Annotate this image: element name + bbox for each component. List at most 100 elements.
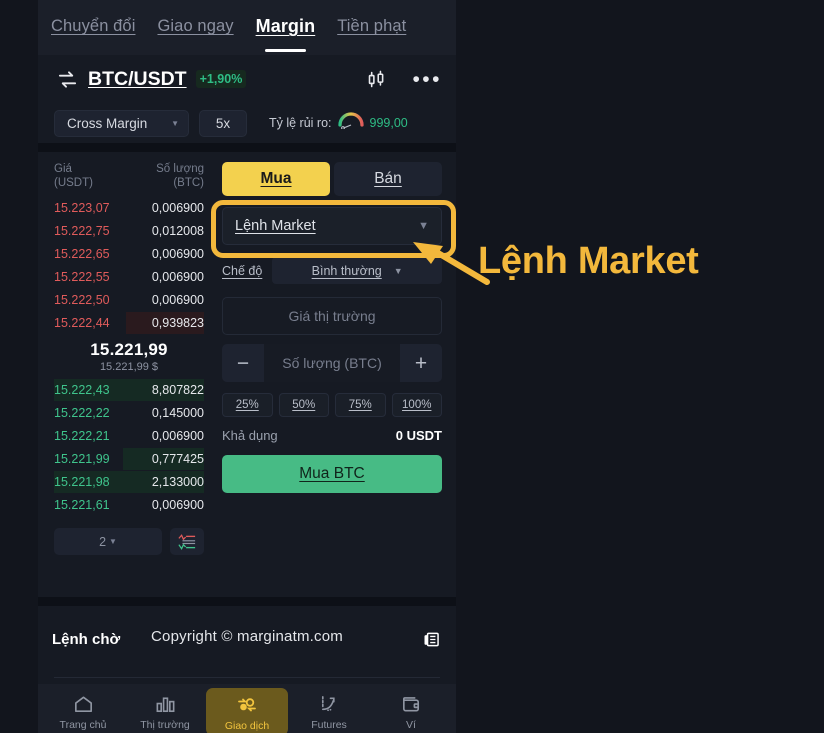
candlestick-icon[interactable] (366, 69, 387, 90)
available-value: 0 USDT (395, 428, 442, 443)
percent-button[interactable]: 50% (278, 393, 329, 417)
ob-col-price: Giá (54, 163, 72, 175)
bottom-section: Lệnh chờ Copyright © marginatm.com (38, 606, 456, 684)
order-book-amount: 0,006900 (151, 429, 204, 443)
screenshot-root: Chuyển đổi Giao ngay Margin Tiền phạt BT… (0, 0, 824, 733)
order-book-price: 15.222,55 (54, 270, 110, 284)
trade-panel: Mua Bán Lệnh Market ▼ Chế độ Bình thường… (216, 152, 456, 597)
nav-label: Ví (406, 719, 416, 731)
order-mode-dropdown[interactable]: Bình thường ▼ (272, 257, 442, 284)
news-list-icon[interactable] (421, 629, 442, 650)
percent-button[interactable]: 25% (222, 393, 273, 417)
ob-col-amount-unit: (BTC) (173, 177, 204, 189)
tab-buy[interactable]: Mua (222, 162, 330, 196)
order-book-row[interactable]: 15.222,65 0,006900 (54, 243, 204, 265)
order-type-dropdown[interactable]: Lệnh Market ▼ (222, 207, 442, 245)
order-book-row[interactable]: 15.222,50 0,006900 (54, 289, 204, 311)
order-book-bids: 15.222,43 8,807822 15.222,22 0,145000 15.222… (54, 379, 204, 516)
order-book-price: 15.222,22 (54, 406, 110, 420)
margin-controls: Cross Margin ▼ 5x Tỷ lệ rủi ro: 999,00 (38, 103, 456, 143)
nav-futures[interactable]: Futures (288, 688, 370, 733)
order-type-label: Lệnh Market (235, 218, 316, 234)
margin-mode-dropdown[interactable]: Cross Margin ▼ (54, 109, 189, 137)
percent-buttons: 25% 50% 75% 100% (222, 393, 442, 417)
order-book-price: 15.223,07 (54, 201, 110, 215)
risk-gauge-icon (337, 112, 364, 134)
minus-icon[interactable]: − (222, 344, 264, 382)
order-book-row[interactable]: 15.222,43 8,807822 (54, 379, 204, 401)
trading-body: Giá (USDT) Số lượng (BTC) 15.223,07 0,006… (38, 152, 456, 597)
chevron-down-icon: ▼ (393, 265, 403, 276)
pair-header: BTC/USDT +1,90% ••• (38, 55, 456, 103)
nav-giao-dich[interactable]: Giao dịch (206, 688, 288, 733)
order-book-asks: 15.223,07 0,006900 15.222,75 0,012008 15.222… (54, 197, 204, 334)
nav-vi[interactable]: Ví (370, 688, 452, 733)
annotation-label: Lệnh Market (478, 240, 699, 282)
nav-trang-chu[interactable]: Trang chủ (42, 688, 124, 733)
grouping-value: 2 (99, 534, 107, 549)
order-book-price: 15.222,21 (54, 429, 110, 443)
grouping-dropdown[interactable]: 2 ▼ (54, 528, 162, 555)
available-label: Khả dụng (222, 428, 278, 443)
order-book-row[interactable]: 15.221,61 0,006900 (54, 494, 204, 516)
price-input[interactable]: Giá thị trường (222, 297, 442, 335)
available-balance-row: Khả dụng 0 USDT (222, 428, 442, 443)
pair-change-badge: +1,90% (195, 70, 247, 88)
order-book-price: 15.222,75 (54, 224, 110, 238)
last-price: 15.221,99 (90, 340, 168, 359)
percent-button[interactable]: 75% (335, 393, 386, 417)
top-tab-strip: Chuyển đổi Giao ngay Margin Tiền phạt (38, 0, 456, 55)
tab-margin[interactable]: Margin (256, 16, 316, 52)
order-book-price: 15.221,98 (54, 475, 110, 489)
swap-arrows-icon[interactable] (56, 68, 79, 91)
nav-label: Thị trường (140, 719, 190, 731)
section-divider-2 (38, 597, 456, 606)
leverage-button[interactable]: 5x (199, 109, 247, 137)
order-book-price: 15.222,43 (54, 383, 110, 397)
order-book-amount: 0,939823 (151, 316, 204, 330)
order-book-amount: 0,006900 (151, 247, 204, 261)
order-book-amount: 0,012008 (151, 224, 204, 238)
order-book-price: 15.222,50 (54, 293, 110, 307)
order-book-amount: 8,807822 (151, 383, 204, 397)
order-book-footer: 2 ▼ (54, 528, 204, 555)
percent-button[interactable]: 100% (391, 393, 442, 417)
orderbook-depth-icon[interactable] (170, 528, 204, 555)
order-book-amount: 0,006900 (151, 293, 204, 307)
order-book-last-price: 15.221,99 15.221,99 $ (54, 335, 204, 379)
order-book-row[interactable]: 15.222,22 0,145000 (54, 402, 204, 424)
bar-chart-icon (154, 693, 177, 716)
amount-stepper: − Số lượng (BTC) + (222, 344, 442, 382)
order-book-row[interactable]: 15.221,99 0,777425 (54, 448, 204, 470)
order-book-row[interactable]: 15.222,21 0,006900 (54, 425, 204, 447)
order-book-amount: 0,777425 (151, 452, 204, 466)
order-book: Giá (USDT) Số lượng (BTC) 15.223,07 0,006… (38, 152, 216, 597)
more-dots-icon[interactable]: ••• (412, 69, 442, 90)
copyright-text: Copyright © marginatm.com (151, 628, 343, 645)
tab-giao-ngay[interactable]: Giao ngay (157, 17, 233, 38)
nav-label: Futures (311, 719, 347, 731)
order-book-row[interactable]: 15.221,98 2,133000 (54, 471, 204, 493)
ob-col-price-unit: (USDT) (54, 177, 93, 189)
nav-thi-truong[interactable]: Thị trường (124, 688, 206, 733)
plus-icon[interactable]: + (400, 344, 442, 382)
order-book-amount: 2,133000 (151, 475, 204, 489)
trade-swap-icon (235, 693, 259, 717)
order-book-row[interactable]: 15.222,75 0,012008 (54, 220, 204, 242)
order-book-row[interactable]: 15.222,55 0,006900 (54, 266, 204, 288)
tab-sell[interactable]: Bán (334, 162, 442, 196)
order-book-amount: 0,006900 (151, 270, 204, 284)
tab-tien-phat[interactable]: Tiền phạt (337, 17, 406, 38)
order-book-amount: 0,006900 (151, 201, 204, 215)
pair-symbol[interactable]: BTC/USDT (88, 68, 187, 91)
order-mode-label: Chế độ (222, 263, 263, 278)
buy-btc-button[interactable]: Mua BTC (222, 455, 442, 493)
order-book-row[interactable]: 15.223,07 0,006900 (54, 197, 204, 219)
risk-ratio-value: 999,00 (369, 116, 408, 130)
risk-ratio-label: Tỷ lệ rủi ro: (269, 116, 332, 130)
amount-input[interactable]: Số lượng (BTC) (264, 344, 400, 382)
tab-chuyen-doi[interactable]: Chuyển đổi (51, 17, 135, 38)
order-book-row[interactable]: 15.222,44 0,939823 (54, 312, 204, 334)
nav-label: Giao dịch (224, 719, 270, 732)
futures-trend-icon (318, 693, 341, 716)
